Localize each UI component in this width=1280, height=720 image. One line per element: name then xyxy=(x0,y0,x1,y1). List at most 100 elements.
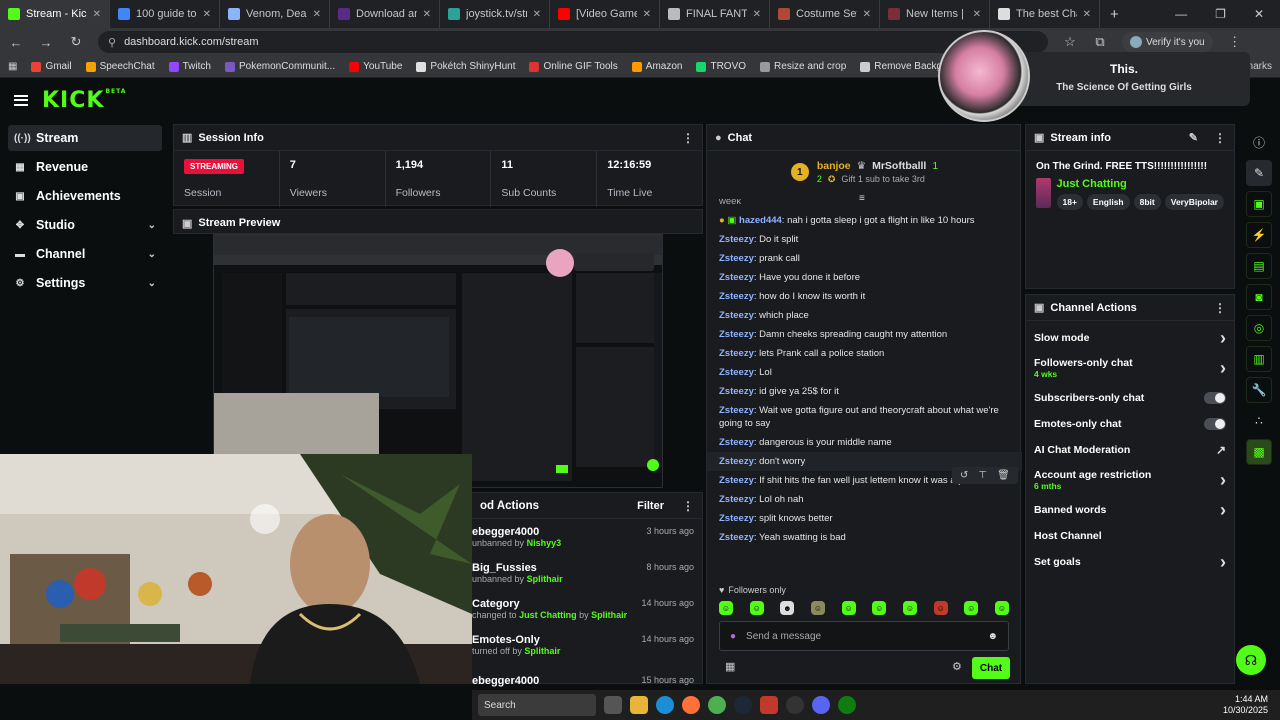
browser-tab[interactable]: FINAL FANTASY X ✕ xyxy=(660,0,770,28)
site-info-icon[interactable]: ⚲ xyxy=(108,36,116,49)
mod-action-subject[interactable]: Category xyxy=(472,598,520,610)
edge-icon[interactable] xyxy=(656,696,674,714)
store-icon[interactable]: ▦ xyxy=(725,660,735,673)
chrome-icon[interactable] xyxy=(708,696,726,714)
task-view-icon[interactable] xyxy=(604,696,622,714)
taskbar-search[interactable]: Search xyxy=(478,694,596,716)
more-options-icon[interactable]: ⋮ xyxy=(682,499,694,513)
chat-username[interactable]: Zsteezy xyxy=(719,348,754,359)
nodes-icon[interactable]: ∴ xyxy=(1246,408,1272,434)
system-clock[interactable]: 1:44 AM 10/30/2025 xyxy=(1223,694,1274,716)
toggle-switch[interactable] xyxy=(1204,418,1226,430)
chat-username[interactable]: Zsteezy xyxy=(719,291,754,302)
lightning-icon[interactable]: ⚡ xyxy=(1246,222,1272,248)
channel-action-row[interactable]: AI Chat Moderation ↗ xyxy=(1026,437,1234,463)
more-options-icon[interactable]: ⋮ xyxy=(682,131,694,145)
browser-tab[interactable]: Stream - Kick Da ✕ xyxy=(0,0,110,28)
leader-user-2[interactable]: MrSoftballl xyxy=(872,160,926,172)
emote-icon[interactable]: ☺ xyxy=(994,601,1009,615)
bookmark-item[interactable]: SpeechChat xyxy=(85,61,155,72)
mod-action-subject[interactable]: Emotes-Only xyxy=(472,634,540,646)
chat-username[interactable]: Zsteezy xyxy=(719,367,754,378)
leader-user-1[interactable]: banjoe xyxy=(817,160,851,172)
sidebar-item-stream[interactable]: ((·)) Stream xyxy=(8,125,162,151)
channel-action-row[interactable]: Set goals › xyxy=(1026,549,1234,575)
stream-preview-video[interactable] xyxy=(213,234,663,488)
app-icon[interactable]: ▩ xyxy=(1246,439,1272,465)
emote-icon[interactable]: ☺ xyxy=(872,601,887,615)
chat-username[interactable]: Zsteezy xyxy=(719,513,754,524)
channel-action-row[interactable]: Followers-only chat 4 wks › xyxy=(1026,351,1234,385)
undo-icon[interactable]: ↺ xyxy=(960,470,968,481)
more-options-icon[interactable]: ⋮ xyxy=(1214,131,1226,145)
maximize-icon[interactable]: ❐ xyxy=(1215,7,1226,21)
bookmark-item[interactable]: Twitch xyxy=(168,61,211,72)
stream-tag[interactable]: VeryBipolar xyxy=(1164,194,1224,210)
stream-tag[interactable]: 18+ xyxy=(1056,194,1083,210)
channel-action-row[interactable]: Emotes-only chat xyxy=(1026,411,1234,437)
hamburger-menu-icon[interactable] xyxy=(14,94,28,106)
mod-action-subject[interactable]: Big_Fussies xyxy=(472,562,537,574)
minimize-icon[interactable]: — xyxy=(1175,7,1187,21)
browser-tab[interactable]: [Video Game Mu ✕ xyxy=(550,0,660,28)
sidebar-item-achievements[interactable]: ▣ Achievements xyxy=(8,183,162,209)
chat-username[interactable]: Zsteezy xyxy=(719,329,754,340)
forward-icon[interactable]: → xyxy=(38,35,54,50)
bookmark-item[interactable]: Resize and crop xyxy=(760,61,846,72)
mod-action-moderator[interactable]: Splithair xyxy=(524,646,560,656)
microphone-icon[interactable]: ● xyxy=(730,631,736,642)
steam-icon[interactable] xyxy=(734,696,752,714)
chat-username[interactable]: Zsteezy xyxy=(719,532,754,543)
tab-close-icon[interactable]: ✕ xyxy=(533,9,541,20)
support-headset-icon[interactable]: ☊ xyxy=(1236,645,1266,675)
firefox-icon[interactable] xyxy=(682,696,700,714)
sidebar-item-settings[interactable]: ⚙ Settings ⌄ xyxy=(8,270,162,296)
emote-icon[interactable]: ☺ xyxy=(749,601,764,615)
pin-icon[interactable]: ⊤ xyxy=(978,470,987,481)
chat-username[interactable]: Zsteezy xyxy=(719,456,754,467)
browser-tab[interactable]: New Items | FINA ✕ xyxy=(880,0,990,28)
chat-username[interactable]: Zsteezy xyxy=(719,310,754,321)
tab-close-icon[interactable]: ✕ xyxy=(643,9,651,20)
channel-action-row[interactable]: Subscribers-only chat xyxy=(1026,385,1234,411)
kick-logo[interactable]: KICKBETA xyxy=(42,88,126,113)
channel-action-row[interactable]: Slow mode › xyxy=(1026,325,1234,351)
info-icon[interactable]: ⓘ xyxy=(1246,129,1272,155)
clipboard-icon[interactable]: ▤ xyxy=(1246,253,1272,279)
tab-close-icon[interactable]: ✕ xyxy=(313,9,321,20)
bookmark-item[interactable]: Amazon xyxy=(631,61,682,72)
new-tab-icon[interactable]: + xyxy=(1100,6,1129,23)
browser-tab[interactable]: Download and In ✕ xyxy=(330,0,440,28)
browser-tab[interactable]: Venom, Deadly D ✕ xyxy=(220,0,330,28)
wrench-icon[interactable]: 🔧 xyxy=(1246,377,1272,403)
channel-action-row[interactable]: Banned words › xyxy=(1026,497,1234,523)
more-options-icon[interactable]: ⋮ xyxy=(1214,301,1226,315)
emote-icon[interactable]: ☺ xyxy=(841,601,856,615)
mod-action-moderator[interactable]: Nishyy3 xyxy=(527,538,562,548)
mod-action-moderator[interactable]: Splithair xyxy=(591,610,627,620)
channel-action-row[interactable]: Account age restriction 6 mths › xyxy=(1026,463,1234,497)
chat-username[interactable]: Zsteezy xyxy=(719,234,754,245)
chat-username[interactable]: Zsteezy xyxy=(719,272,754,283)
bookmark-item[interactable]: Pokétch ShinyHunt xyxy=(416,61,515,72)
tab-close-icon[interactable]: ✕ xyxy=(1083,9,1091,20)
stream-tag[interactable]: 8bit xyxy=(1133,194,1161,210)
bookmark-item[interactable]: Gmail xyxy=(31,61,72,72)
chat-username[interactable]: Zsteezy xyxy=(719,437,754,448)
delete-icon[interactable]: 🗑 xyxy=(997,470,1010,481)
chat-username[interactable]: Zsteezy xyxy=(719,253,754,264)
xbox-icon[interactable] xyxy=(838,696,856,714)
channel-action-row[interactable]: Host Channel xyxy=(1026,523,1234,549)
tab-close-icon[interactable]: ✕ xyxy=(203,9,211,20)
chat-username[interactable]: Zsteezy xyxy=(719,494,754,505)
chat-username[interactable]: Zsteezy xyxy=(719,405,754,416)
chat-username[interactable]: hazed444 xyxy=(739,215,782,226)
emote-icon[interactable]: ☺ xyxy=(964,601,979,615)
reload-icon[interactable]: ↻ xyxy=(68,34,84,50)
mod-action-subject[interactable]: ebegger4000 xyxy=(472,675,539,687)
url-bar[interactable]: ⚲ dashboard.kick.com/stream xyxy=(98,31,1048,53)
browser-tab[interactable]: 100 guide to fina ✕ xyxy=(110,0,220,28)
filter-button[interactable]: Filter xyxy=(637,500,664,512)
sidebar-item-revenue[interactable]: ▦ Revenue xyxy=(8,154,162,180)
browser-tab[interactable]: The best ChatBot ✕ xyxy=(990,0,1100,28)
